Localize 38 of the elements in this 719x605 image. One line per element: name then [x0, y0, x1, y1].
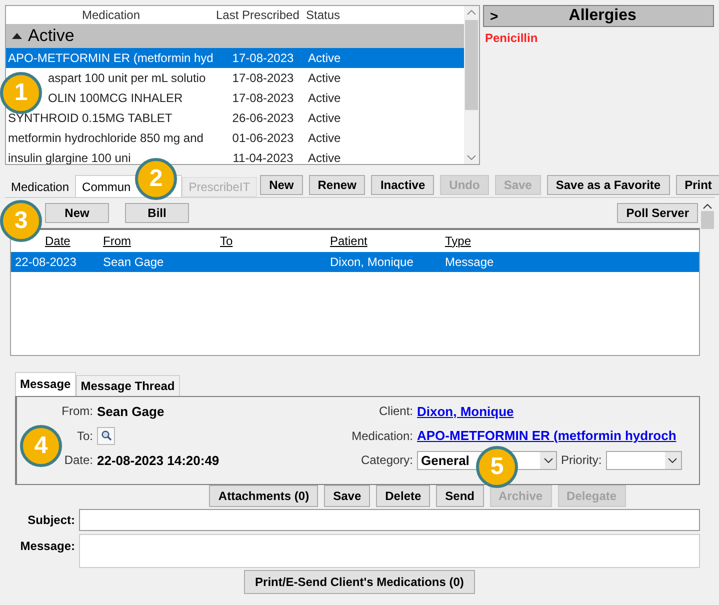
field-label: From:	[62, 403, 94, 420]
medication-name: OLIN 100MCG INHALER	[48, 90, 184, 107]
prescribed-date: 17-08-2023	[231, 70, 295, 87]
prescribed-date: 26-06-2023	[231, 110, 295, 127]
medication-name: metformin hydrochloride 850 mg and	[8, 130, 204, 147]
group-label: Active	[28, 25, 74, 48]
panel-title: Allergies	[568, 6, 638, 26]
field-label: To:	[76, 428, 94, 445]
medication-name: aspart 100 unit per mL solutio	[48, 70, 207, 87]
status-text: Active	[308, 70, 342, 87]
from-value: Sean Gage	[97, 402, 166, 421]
status-text: Active	[308, 50, 342, 67]
prescribed-date: 17-08-2023	[231, 90, 295, 107]
prescribed-date: 17-08-2023	[231, 50, 295, 67]
medication-name: insulin glargine 100 uni	[8, 150, 132, 167]
subject-label: Subject:	[26, 512, 75, 530]
allergy-item: Penicillin	[485, 30, 539, 47]
status-text: Active	[308, 90, 342, 107]
field-label: Category:	[360, 452, 414, 470]
prescribed-date: 11-04-2023	[232, 150, 294, 167]
field-label: Priority:	[561, 452, 602, 470]
date-value: 22-08-2023 14:20:49	[97, 452, 220, 470]
table-cell-text: Sean Gage	[103, 254, 165, 271]
table-cell-text: 22-08-2023	[15, 254, 78, 271]
step-callout-tooltip: 5	[476, 446, 518, 488]
prescribed-date: 01-06-2023	[231, 130, 295, 147]
status-text: Active	[308, 130, 342, 147]
message-label: Message:	[19, 538, 75, 555]
step-callout-tooltip: 4	[20, 425, 62, 467]
step-callout-tooltip: 3	[0, 200, 42, 242]
field-label: Date:	[64, 452, 94, 470]
field-label: Client:	[378, 403, 414, 420]
status-text: Active	[308, 150, 342, 167]
field-label: Medication:	[352, 428, 414, 445]
medication-name: APO-METFORMIN ER (metformin hyd	[8, 50, 214, 67]
table-cell-text: Message	[445, 254, 495, 271]
table-cell-text: Dixon, Monique	[330, 254, 414, 271]
status-text: Active	[308, 110, 342, 127]
